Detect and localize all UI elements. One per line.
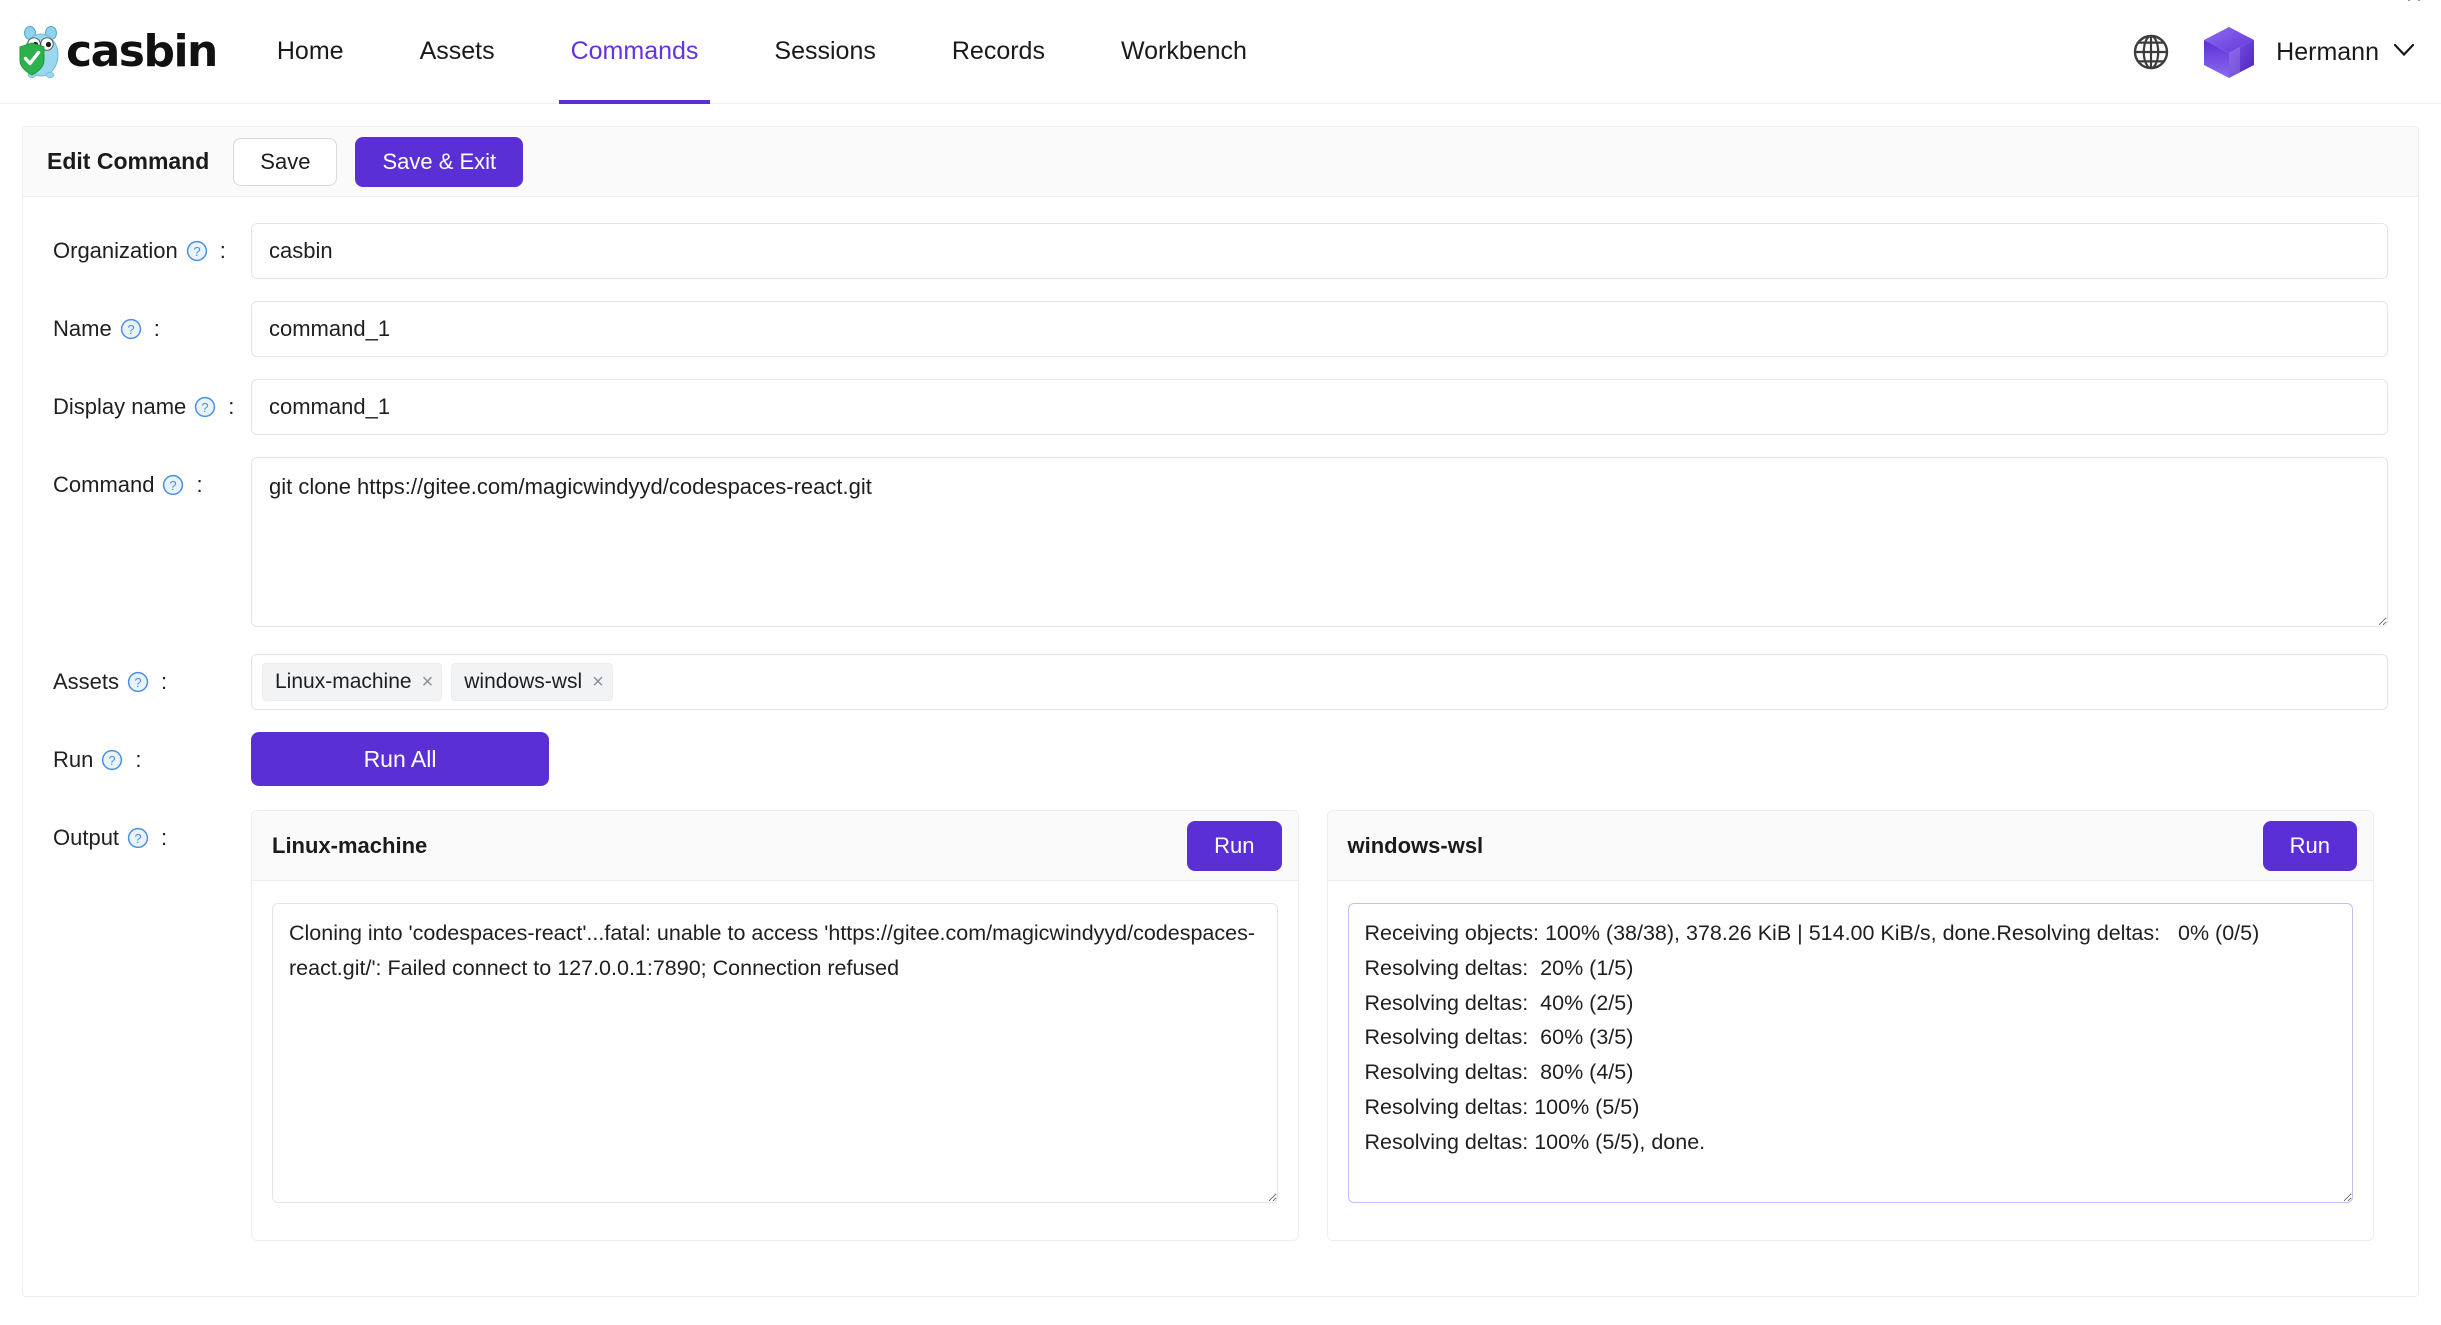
label-assets-colon: : — [161, 654, 167, 710]
asset-tag-windows-wsl[interactable]: windows-wsl × — [451, 663, 613, 701]
organization-input[interactable] — [251, 223, 2388, 279]
user-name[interactable]: Hermann — [2276, 38, 2379, 67]
svg-text:?: ? — [109, 753, 116, 768]
header-actions: Hermann — [2132, 0, 2415, 104]
help-icon-assets[interactable]: ? — [127, 671, 149, 693]
globe-icon[interactable] — [2132, 33, 2170, 71]
output-panel-body: Receiving objects: 100% (38/38), 378.26 … — [1328, 881, 2374, 1240]
remove-tag-icon[interactable]: × — [592, 672, 604, 692]
page-title: Edit Command — [47, 148, 209, 175]
edit-command-card: Edit Command Save Save & Exit Organizati… — [22, 126, 2419, 1297]
help-icon-name[interactable]: ? — [120, 318, 142, 340]
brand-logo[interactable]: casbin — [18, 22, 217, 82]
help-icon-run[interactable]: ? — [101, 749, 123, 771]
brand-name: casbin — [66, 30, 217, 74]
label-organization-text: Organization — [53, 223, 178, 279]
chevron-down-icon[interactable] — [2393, 43, 2415, 62]
command-textarea[interactable]: git clone https://gitee.com/magicwindyyd… — [251, 457, 2388, 627]
app-header: casbin Home Assets Commands Sessions Rec… — [0, 0, 2441, 104]
run-button-linux-machine[interactable]: Run — [1187, 821, 1281, 871]
label-name-text: Name — [53, 301, 112, 357]
output-panel-header: windows-wsl Run — [1328, 811, 2374, 881]
nav-item-assets[interactable]: Assets — [420, 0, 495, 104]
label-assets-text: Assets — [53, 654, 119, 710]
help-icon-command[interactable]: ? — [162, 474, 184, 496]
svg-text:?: ? — [134, 675, 141, 690]
output-panel-linux-machine: Linux-machine Run Cloning into 'codespac… — [251, 810, 1299, 1241]
output-textarea-windows-wsl[interactable]: Receiving objects: 100% (38/38), 378.26 … — [1348, 903, 2354, 1203]
save-button[interactable]: Save — [233, 138, 337, 186]
nav-item-records[interactable]: Records — [952, 0, 1045, 104]
field-row-organization: Organization ? : — [23, 223, 2418, 279]
display-name-input[interactable] — [251, 379, 2388, 435]
label-run-colon: : — [135, 732, 141, 788]
page-body: Edit Command Save Save & Exit Organizati… — [0, 104, 2441, 1325]
output-panel-windows-wsl: windows-wsl Run Receiving objects: 100% … — [1327, 810, 2375, 1241]
field-row-name: Name ? : — [23, 301, 2418, 357]
label-display-name-text: Display name — [53, 379, 186, 435]
casbin-gopher-icon — [18, 24, 66, 80]
label-command-colon: : — [196, 457, 202, 513]
output-panel-body: Cloning into 'codespaces-react'...fatal:… — [252, 881, 1298, 1240]
label-output: Output ? : — [23, 810, 251, 866]
label-organization-colon: : — [220, 223, 226, 279]
remove-tag-icon[interactable]: × — [422, 672, 434, 692]
output-panel-title: windows-wsl — [1348, 833, 1484, 859]
label-organization: Organization ? : — [23, 223, 251, 279]
cube-avatar-icon[interactable] — [2200, 23, 2258, 81]
label-display-name-colon: : — [228, 379, 234, 435]
asset-tag-label: Linux-machine — [275, 670, 412, 694]
svg-text:?: ? — [193, 244, 200, 259]
output-panel-title: Linux-machine — [272, 833, 427, 859]
nav-item-home[interactable]: Home — [277, 0, 344, 104]
run-button-windows-wsl[interactable]: Run — [2263, 821, 2357, 871]
nav-item-sessions[interactable]: Sessions — [774, 0, 875, 104]
svg-text:?: ? — [202, 400, 209, 415]
help-icon-output[interactable]: ? — [127, 827, 149, 849]
label-run: Run ? : — [23, 732, 251, 788]
field-row-run: Run ? : Run All — [23, 732, 2418, 788]
label-name: Name ? : — [23, 301, 251, 357]
output-panels: Linux-machine Run Cloning into 'codespac… — [251, 810, 2388, 1241]
field-row-display-name: Display name ? : — [23, 379, 2418, 435]
label-run-text: Run — [53, 732, 93, 788]
label-output-colon: : — [161, 810, 167, 866]
help-icon-organization[interactable]: ? — [186, 240, 208, 262]
label-command-text: Command — [53, 457, 154, 513]
nav-item-workbench[interactable]: Workbench — [1121, 0, 1247, 104]
asset-tag-linux-machine[interactable]: Linux-machine × — [262, 663, 442, 701]
field-row-assets: Assets ? : Linux-machine × — [23, 654, 2418, 710]
label-display-name: Display name ? : — [23, 379, 251, 435]
label-output-text: Output — [53, 810, 119, 866]
save-and-exit-button[interactable]: Save & Exit — [355, 137, 523, 187]
card-toolbar: Edit Command Save Save & Exit — [23, 127, 2418, 197]
label-command: Command ? : — [23, 457, 251, 513]
field-row-output: Output ? : Linux-machine — [23, 810, 2418, 1241]
name-input[interactable] — [251, 301, 2388, 357]
help-icon-display-name[interactable]: ? — [194, 396, 216, 418]
output-textarea-linux-machine[interactable]: Cloning into 'codespaces-react'...fatal:… — [272, 903, 1278, 1203]
command-form: Organization ? : Name — [23, 197, 2418, 1241]
assets-select[interactable]: Linux-machine × windows-wsl × — [251, 654, 2388, 710]
label-name-colon: : — [154, 301, 160, 357]
run-all-button[interactable]: Run All — [251, 732, 549, 786]
field-row-command: Command ? : git clone https://gitee.com/… — [23, 457, 2418, 632]
output-panel-header: Linux-machine Run — [252, 811, 1298, 881]
svg-text:?: ? — [134, 831, 141, 846]
svg-text:?: ? — [170, 478, 177, 493]
label-assets: Assets ? : — [23, 654, 251, 710]
main-nav: Home Assets Commands Sessions Records Wo… — [277, 0, 1285, 104]
asset-tag-label: windows-wsl — [464, 670, 582, 694]
svg-text:?: ? — [127, 322, 134, 337]
nav-item-commands[interactable]: Commands — [571, 0, 699, 104]
